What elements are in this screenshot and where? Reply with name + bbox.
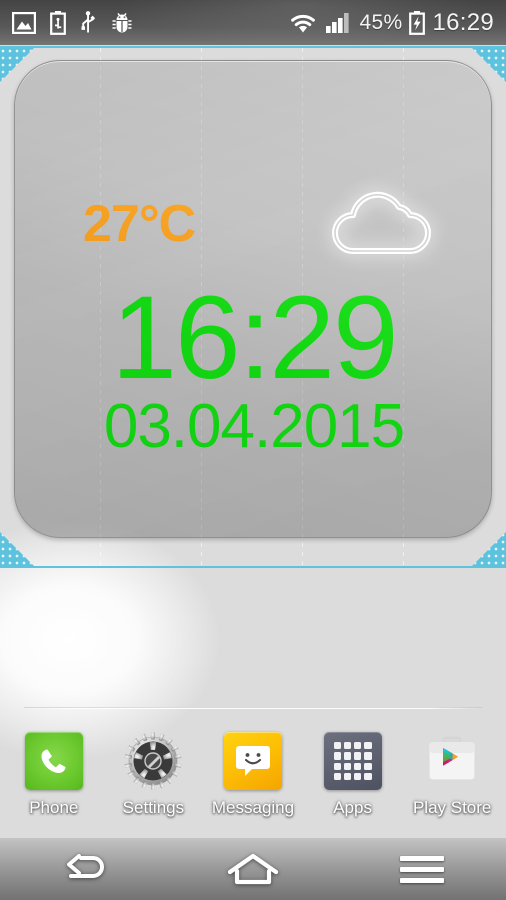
app-grid-icon (323, 732, 382, 790)
usb-battery-icon (50, 10, 66, 35)
message-icon (223, 732, 282, 790)
dock-item-phone[interactable]: Phone (6, 730, 102, 818)
gear-icon (125, 732, 182, 790)
dock-divider (24, 707, 482, 709)
home-icon (227, 853, 279, 885)
message-icon-wrap[interactable] (222, 730, 284, 792)
resize-handle-bottom-right[interactable] (472, 532, 506, 566)
status-bar[interactable]: 45% 16:29 (0, 0, 506, 45)
dock-item-settings[interactable]: Settings (105, 730, 201, 818)
status-bar-system-icons[interactable]: 45% 16:29 (288, 9, 495, 37)
back-icon (67, 854, 105, 878)
battery-percent-label: 45% (359, 10, 403, 34)
weather-row[interactable]: 27°C (15, 189, 491, 259)
android-home-screen: 45% 16:29 27°C 16:29 03.04.2015 Phone Se… (0, 0, 506, 900)
menu-icon (399, 855, 444, 883)
battery-charging-icon (409, 10, 426, 35)
dock-item-messaging[interactable]: Messaging (205, 730, 301, 818)
status-bar-notification-icons[interactable] (12, 10, 134, 35)
screenshot-icon (12, 11, 36, 34)
home-button[interactable] (198, 841, 308, 897)
navigation-bar[interactable] (0, 838, 506, 900)
dock-item-play-store[interactable]: Play Store (404, 730, 500, 818)
dock-label-settings: Settings (122, 798, 185, 817)
app-grid-icon-wrap[interactable] (322, 730, 384, 792)
dock-item-apps[interactable]: Apps (305, 730, 401, 818)
play-store-icon-wrap[interactable] (421, 730, 483, 792)
widget-clock-time: 16:29 (111, 272, 398, 404)
usb-icon (81, 10, 96, 32)
debug-bug-icon (112, 12, 132, 32)
dock-label-phone: Phone (29, 798, 79, 817)
resize-handle-bottom-left[interactable] (0, 532, 34, 566)
clock-weather-widget[interactable]: 27°C 16:29 03.04.2015 (14, 60, 492, 538)
dock-label-apps: Apps (333, 798, 372, 817)
dock[interactable]: Phone Settings Messaging Apps Play Store (0, 730, 506, 835)
phone-icon-wrap[interactable] (23, 730, 85, 792)
cloud-icon (332, 191, 431, 254)
gear-icon-wrap[interactable] (122, 730, 184, 792)
menu-button[interactable] (367, 841, 477, 897)
status-bar-clock: 16:29 (432, 8, 494, 36)
temperature-label: 27°C (83, 195, 196, 253)
phone-icon (24, 732, 83, 790)
widget-clock-date: 03.04.2015 (103, 392, 405, 461)
cellular-signal-icon (325, 12, 349, 33)
back-button[interactable] (29, 841, 139, 897)
dock-label-play-store: Play Store (412, 798, 492, 817)
play-store-icon (428, 736, 476, 781)
wifi-icon (290, 14, 315, 32)
dock-label-messaging: Messaging (211, 798, 295, 817)
